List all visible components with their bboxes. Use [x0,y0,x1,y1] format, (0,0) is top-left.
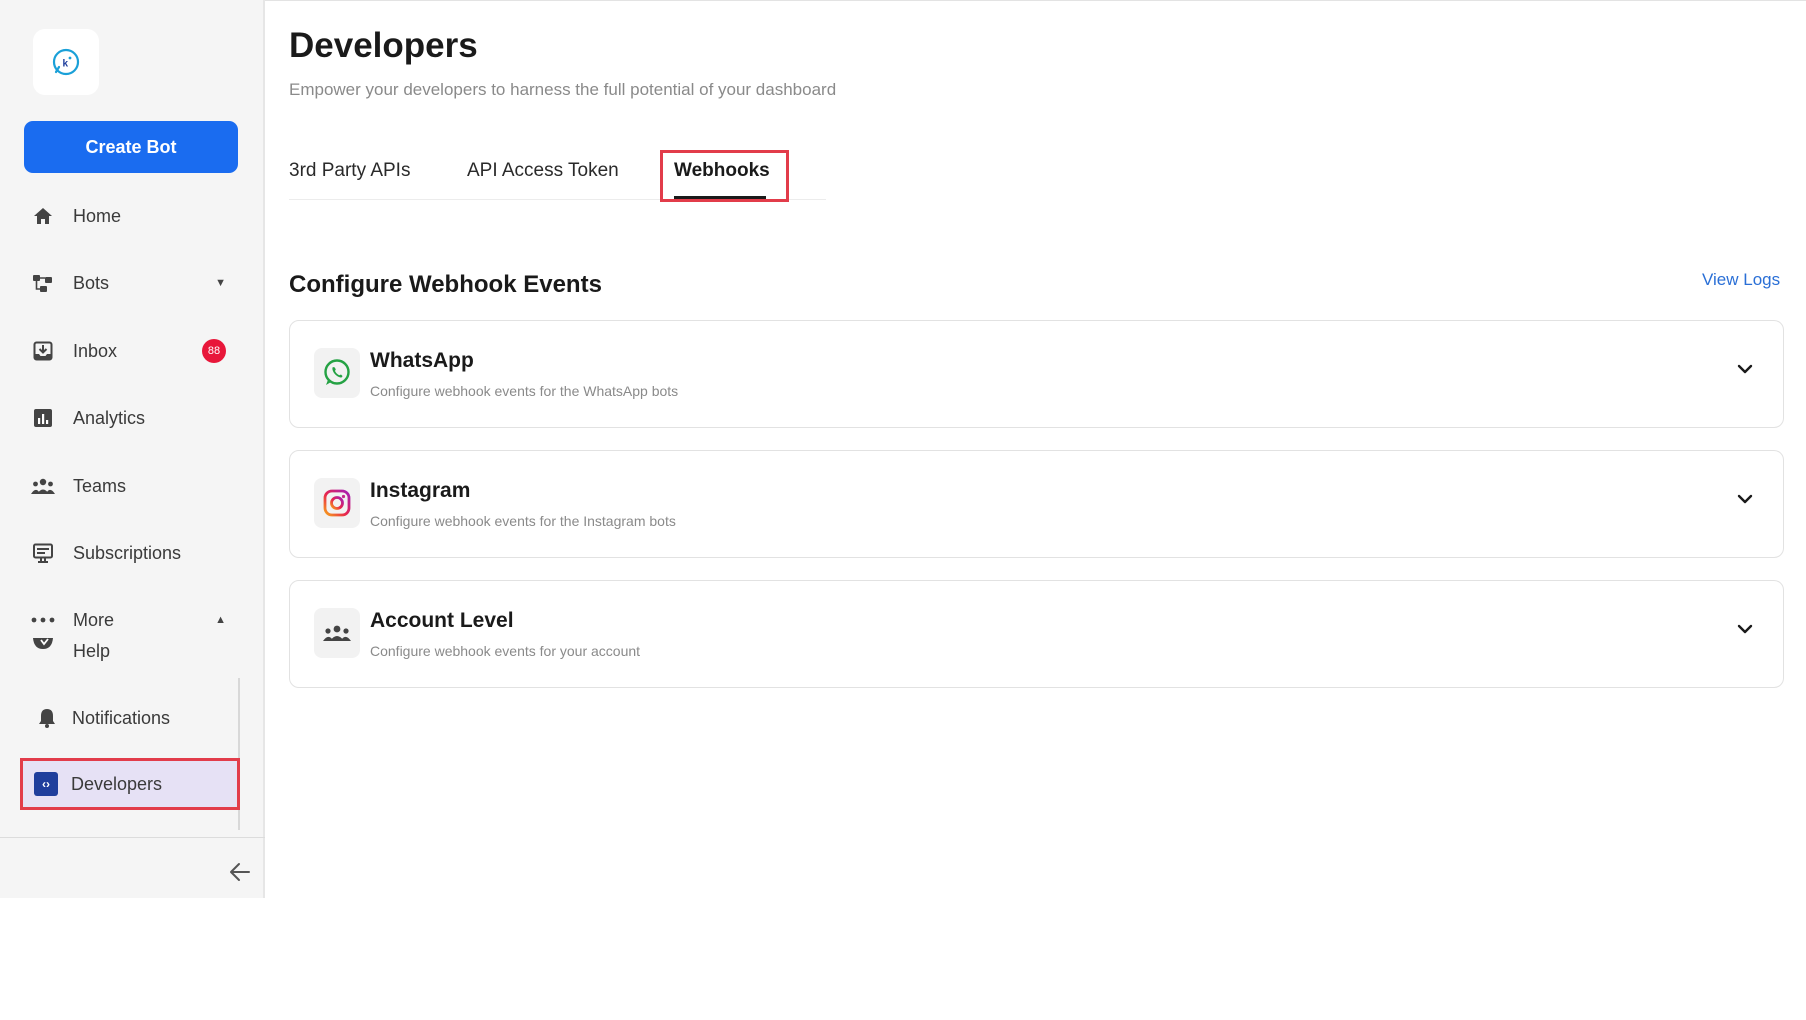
webhook-card-instagram[interactable]: Instagram Configure webhook events for t… [289,450,1784,558]
card-description: Configure webhook events for the Instagr… [370,513,676,529]
sidebar-item-label: Subscriptions [73,542,182,563]
tab-api-access-token[interactable]: API Access Token [467,160,619,182]
active-tab-indicator [674,196,766,199]
inbox-icon [30,338,56,364]
card-title: Instagram [370,479,471,502]
card-description: Configure webhook events for the WhatsAp… [370,383,679,399]
sidebar-item-label: Teams [73,475,127,496]
section-title: Configure Webhook Events [289,271,602,298]
teams-icon [30,473,56,499]
home-icon [30,203,56,229]
sidebar-item-label: Notifications [72,707,171,728]
chat-bubble-logo-icon: k [52,48,80,76]
sidebar-item-home[interactable]: Home [30,196,242,236]
page-title: Developers [289,26,478,65]
svg-text:k: k [63,59,69,70]
collapse-sidebar-button[interactable] [228,860,252,884]
subscriptions-icon [30,540,56,566]
code-icon: ‹› [34,772,58,796]
chevron-down-icon[interactable] [1735,489,1755,509]
create-bot-button[interactable]: Create Bot [24,121,238,173]
sidebar-item-help[interactable]: Help [30,631,242,671]
app-logo[interactable]: k [33,29,99,95]
whatsapp-icon [314,348,360,398]
sidebar-item-label: Bots [73,272,110,293]
sidebar-item-label: Analytics [73,407,146,428]
card-title: Account Level [370,609,514,632]
sidebar-item-label: Home [73,205,122,226]
chevron-down-icon[interactable] [1735,619,1755,639]
sidebar-item-label: Inbox [73,340,118,361]
help-icon [30,638,56,664]
sidebar-item-label: More [73,609,115,630]
caret-down-icon: ▼ [215,277,226,289]
view-logs-link[interactable]: View Logs [1702,270,1780,290]
sidebar-item-teams[interactable]: Teams [30,466,242,506]
more-icon [30,607,56,633]
tab-bar: 3rd Party APIs API Access Token Webhooks [289,148,826,200]
arrow-left-icon [230,863,250,881]
sidebar-item-notifications[interactable]: Notifications [34,698,246,738]
tab-webhooks[interactable]: Webhooks [674,160,770,182]
sidebar-item-bots[interactable]: Bots ▼ [30,263,242,303]
sidebar-item-analytics[interactable]: Analytics [30,398,242,438]
sidebar-footer-divider [0,837,265,838]
unread-count-badge: 88 [202,339,226,363]
sidebar-item-inbox[interactable]: Inbox 88 [30,331,242,371]
analytics-icon [30,405,56,431]
card-description: Configure webhook events for your accoun… [370,643,641,659]
bots-icon [30,270,56,296]
chevron-down-icon[interactable] [1735,359,1755,379]
top-divider [265,0,1806,1]
account-group-icon [314,608,360,658]
tab-3rd-party-apis[interactable]: 3rd Party APIs [289,160,410,182]
webhook-card-whatsapp[interactable]: WhatsApp Configure webhook events for th… [289,320,1784,428]
page-subtitle: Empower your developers to harness the f… [289,80,837,99]
sidebar-item-subscriptions[interactable]: Subscriptions [30,533,242,573]
webhook-card-account-level[interactable]: Account Level Configure webhook events f… [289,580,1784,688]
sidebar-item-label: Help [73,640,111,661]
sidebar-item-label: Developers [71,773,163,794]
sidebar-item-developers[interactable]: ‹› Developers [20,758,240,810]
bell-icon [34,705,60,731]
instagram-icon [314,478,360,528]
sidebar: k Create Bot Home Bots ▼ Inbox 88 Analyt… [0,0,265,898]
caret-up-icon: ▲ [215,614,226,626]
card-title: WhatsApp [370,349,474,372]
